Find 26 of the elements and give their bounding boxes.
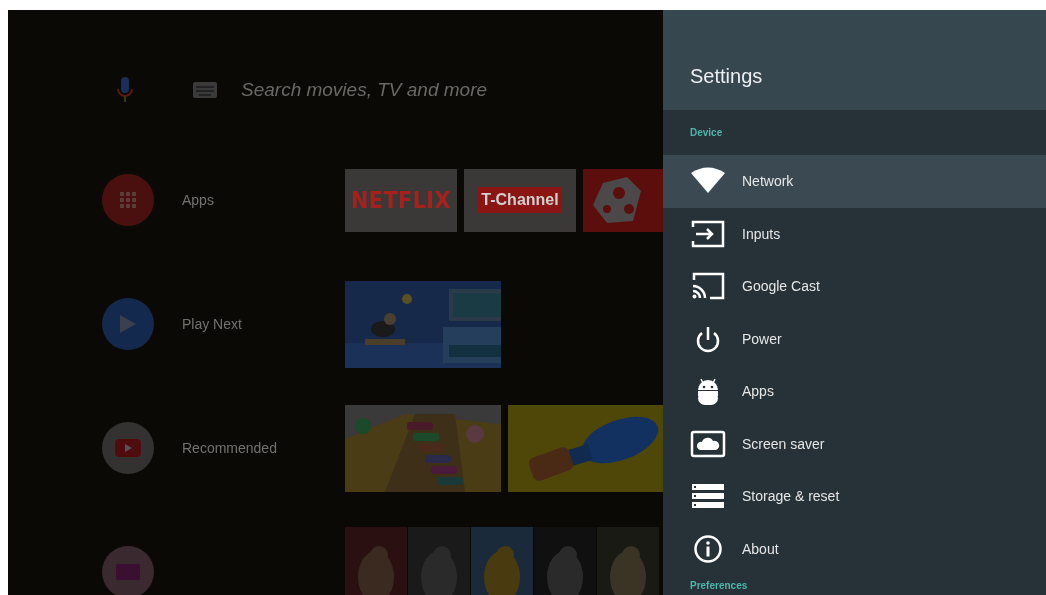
section-header: Device (690, 127, 723, 138)
app-circle-icon[interactable] (102, 546, 154, 595)
settings-item[interactable]: Storage & reset (663, 470, 1046, 523)
cast-icon (690, 271, 726, 302)
app-tile[interactable] (583, 168, 663, 232)
settings-item[interactable]: Inputs (663, 207, 1046, 260)
settings-item[interactable]: Apps (663, 365, 1046, 418)
app-circle-icon[interactable] (102, 298, 154, 350)
row-title: Recommended (182, 440, 277, 456)
settings-item[interactable]: Network (663, 155, 1046, 208)
search-field[interactable]: Search movies, TV and more (241, 79, 541, 101)
keyboard-icon[interactable] (193, 82, 217, 98)
screen-cloud-icon (690, 428, 726, 459)
microphone-icon[interactable] (115, 75, 135, 105)
row-title: Apps (182, 192, 214, 208)
settings-item[interactable]: Screen saver (663, 417, 1046, 470)
panel-title: Settings (690, 65, 763, 88)
settings-item[interactable]: Google Cast (663, 260, 1046, 313)
settings-item[interactable]: Power (663, 312, 1046, 365)
app-circle-icon[interactable] (102, 422, 154, 474)
input-icon (690, 218, 726, 249)
settings-item[interactable]: About (663, 522, 1046, 575)
app-circle-icon[interactable] (102, 174, 154, 226)
row-title: Play Next (182, 316, 242, 332)
app-tile[interactable]: T-Channel (464, 168, 576, 232)
section-header: Preferences (690, 580, 748, 591)
